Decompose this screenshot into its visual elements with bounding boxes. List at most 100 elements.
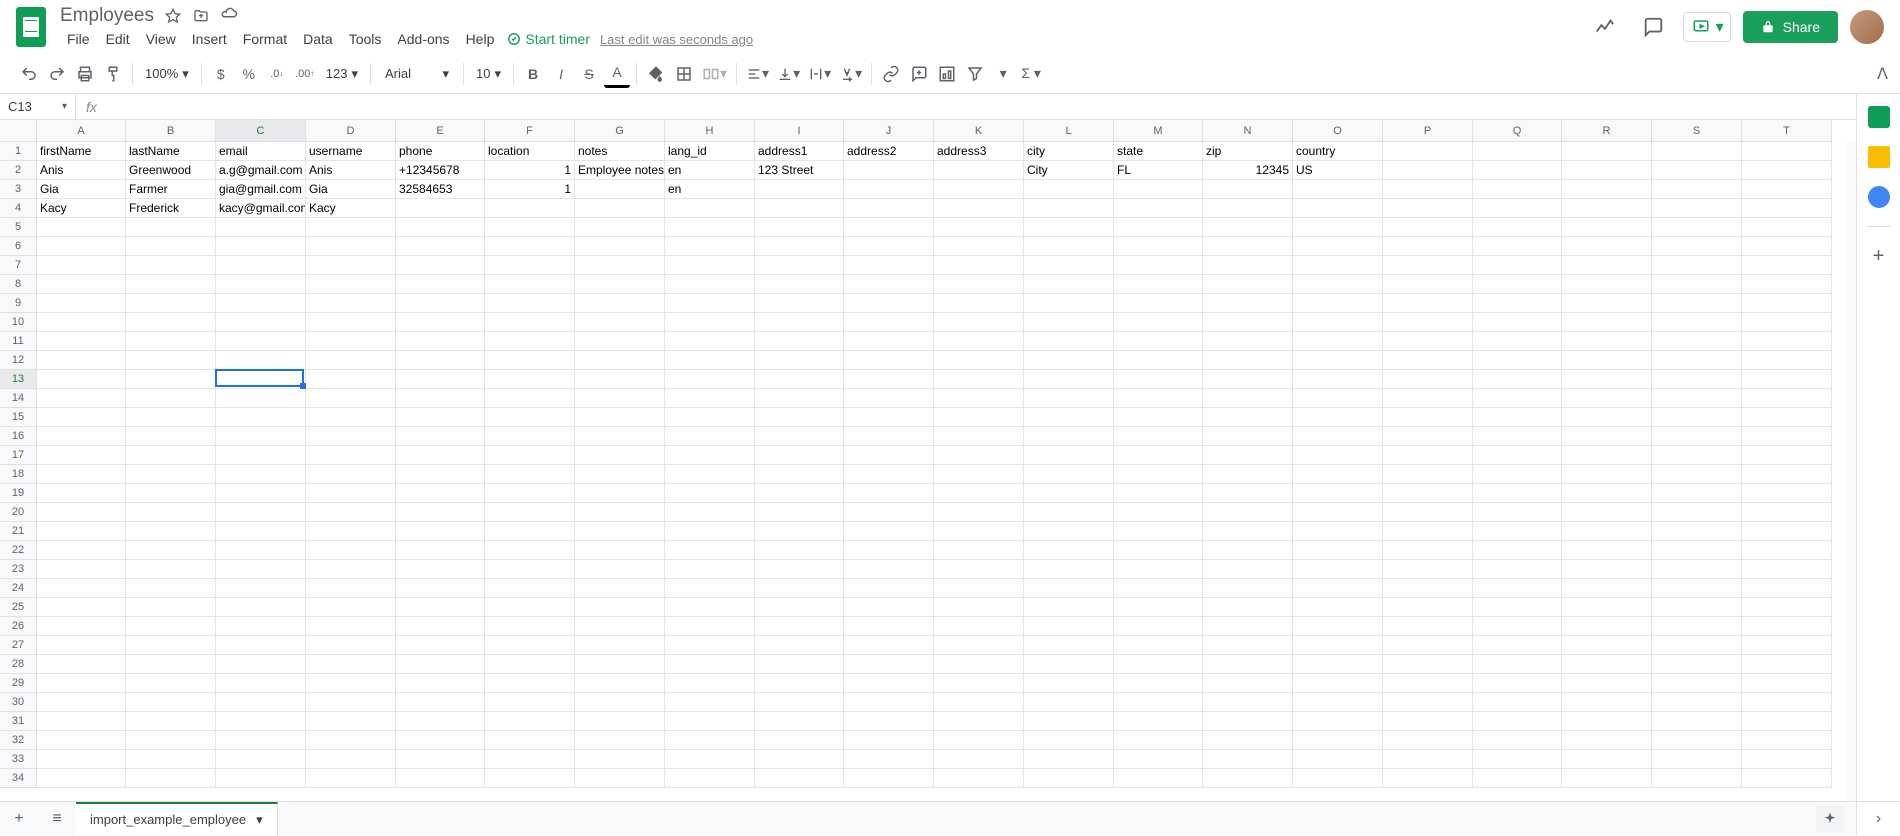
cell[interactable] — [575, 541, 665, 560]
cell[interactable] — [1742, 161, 1832, 180]
column-header[interactable]: Q — [1473, 120, 1562, 142]
cell[interactable] — [216, 541, 306, 560]
cell[interactable] — [934, 731, 1024, 750]
cell[interactable] — [1742, 579, 1832, 598]
cell[interactable] — [665, 332, 755, 351]
column-header[interactable]: N — [1203, 120, 1293, 142]
cell[interactable] — [1114, 218, 1203, 237]
cell[interactable]: 32584653 — [396, 180, 485, 199]
cell[interactable] — [37, 275, 126, 294]
formula-input[interactable] — [107, 94, 1900, 119]
cell[interactable] — [934, 218, 1024, 237]
cell[interactable] — [396, 218, 485, 237]
cell[interactable] — [1473, 199, 1562, 218]
cell[interactable] — [485, 408, 575, 427]
cell[interactable] — [485, 541, 575, 560]
cell[interactable] — [1652, 693, 1742, 712]
insert-comment-button[interactable] — [906, 60, 932, 88]
cell[interactable] — [396, 655, 485, 674]
cell[interactable] — [126, 712, 216, 731]
cell[interactable] — [665, 693, 755, 712]
cell[interactable] — [1114, 541, 1203, 560]
cell[interactable] — [1203, 750, 1293, 769]
cell[interactable] — [755, 199, 844, 218]
vertical-scrollbar[interactable] — [1846, 142, 1856, 810]
cell[interactable] — [844, 446, 934, 465]
cell[interactable] — [485, 522, 575, 541]
cell[interactable] — [1114, 256, 1203, 275]
cell[interactable] — [306, 560, 396, 579]
cell[interactable] — [306, 750, 396, 769]
column-header[interactable]: L — [1024, 120, 1114, 142]
cell[interactable] — [1473, 636, 1562, 655]
cell[interactable] — [1652, 256, 1742, 275]
currency-button[interactable]: $ — [208, 60, 234, 88]
cell[interactable] — [934, 465, 1024, 484]
cell[interactable] — [1652, 598, 1742, 617]
cell[interactable] — [844, 541, 934, 560]
cell[interactable] — [216, 332, 306, 351]
cell[interactable] — [1293, 503, 1383, 522]
cell[interactable] — [485, 313, 575, 332]
cell[interactable] — [1562, 617, 1652, 636]
cell[interactable] — [575, 674, 665, 693]
insert-link-button[interactable] — [878, 60, 904, 88]
cell[interactable] — [216, 370, 306, 389]
cell[interactable] — [844, 199, 934, 218]
cell[interactable] — [396, 351, 485, 370]
cell[interactable] — [1652, 769, 1742, 788]
cell[interactable] — [216, 389, 306, 408]
cell[interactable] — [126, 674, 216, 693]
vertical-align-button[interactable]: ▾ — [774, 60, 803, 88]
cell[interactable] — [1562, 541, 1652, 560]
text-wrap-button[interactable]: ▾ — [805, 60, 834, 88]
row-header[interactable]: 7 — [0, 256, 37, 275]
cell[interactable] — [306, 351, 396, 370]
cell[interactable] — [934, 693, 1024, 712]
cell[interactable] — [755, 674, 844, 693]
cell[interactable] — [1024, 693, 1114, 712]
cell[interactable] — [755, 370, 844, 389]
cell[interactable] — [1652, 617, 1742, 636]
cell[interactable] — [1203, 237, 1293, 256]
cell[interactable] — [1742, 731, 1832, 750]
cell[interactable] — [485, 712, 575, 731]
cell[interactable] — [396, 693, 485, 712]
cell[interactable]: Farmer — [126, 180, 216, 199]
cell[interactable] — [755, 446, 844, 465]
cell[interactable]: zip — [1203, 142, 1293, 161]
cell[interactable] — [37, 313, 126, 332]
cell[interactable] — [485, 237, 575, 256]
cell[interactable] — [1383, 598, 1473, 617]
menu-addons[interactable]: Add-ons — [390, 29, 456, 49]
cell[interactable] — [1562, 655, 1652, 674]
horizontal-align-button[interactable]: ▾ — [743, 60, 772, 88]
cell[interactable] — [934, 522, 1024, 541]
panel-add-icon[interactable]: + — [1868, 245, 1890, 267]
cell[interactable] — [934, 769, 1024, 788]
cell[interactable] — [1473, 655, 1562, 674]
cell[interactable] — [755, 541, 844, 560]
cell[interactable] — [396, 712, 485, 731]
cell[interactable] — [575, 522, 665, 541]
cell[interactable] — [306, 522, 396, 541]
cell[interactable] — [396, 465, 485, 484]
cell[interactable] — [306, 674, 396, 693]
cell[interactable] — [37, 522, 126, 541]
cell[interactable] — [1473, 161, 1562, 180]
cell[interactable] — [1203, 560, 1293, 579]
merge-cells-button[interactable]: ▾ — [699, 60, 730, 88]
cell[interactable] — [396, 674, 485, 693]
cell[interactable] — [1203, 408, 1293, 427]
cell[interactable] — [306, 218, 396, 237]
cell[interactable] — [1562, 180, 1652, 199]
cell[interactable] — [396, 579, 485, 598]
cell[interactable] — [1562, 484, 1652, 503]
cell[interactable] — [1203, 313, 1293, 332]
cell[interactable] — [844, 370, 934, 389]
cell[interactable] — [844, 579, 934, 598]
cell[interactable] — [1562, 579, 1652, 598]
cell[interactable] — [306, 389, 396, 408]
cell[interactable] — [665, 712, 755, 731]
cell[interactable] — [1293, 693, 1383, 712]
